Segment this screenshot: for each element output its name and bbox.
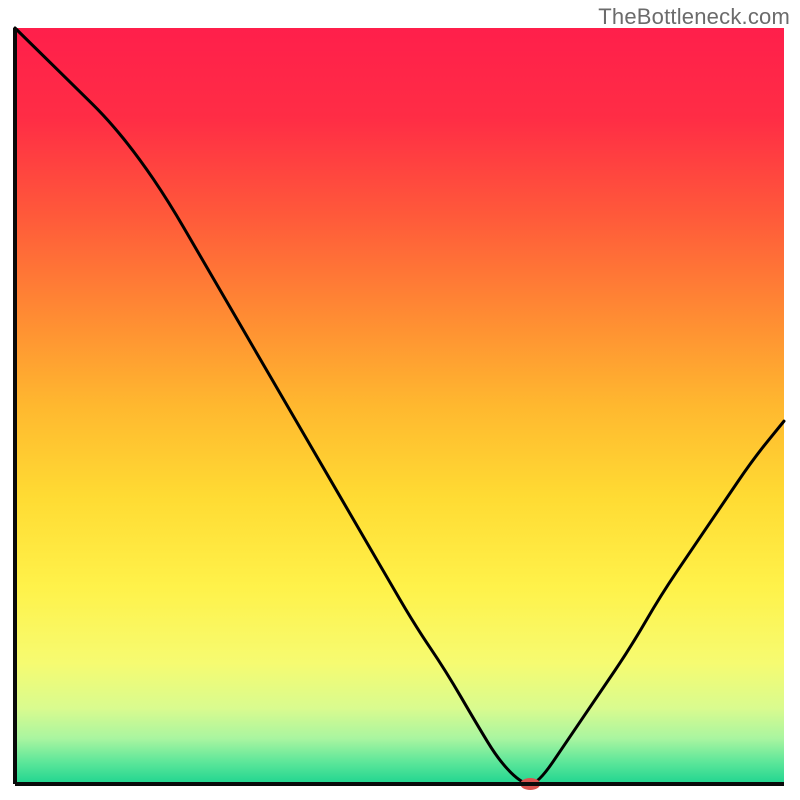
watermark-text: TheBottleneck.com [598, 4, 790, 30]
plot-background [15, 28, 784, 784]
bottleneck-chart [0, 0, 800, 800]
